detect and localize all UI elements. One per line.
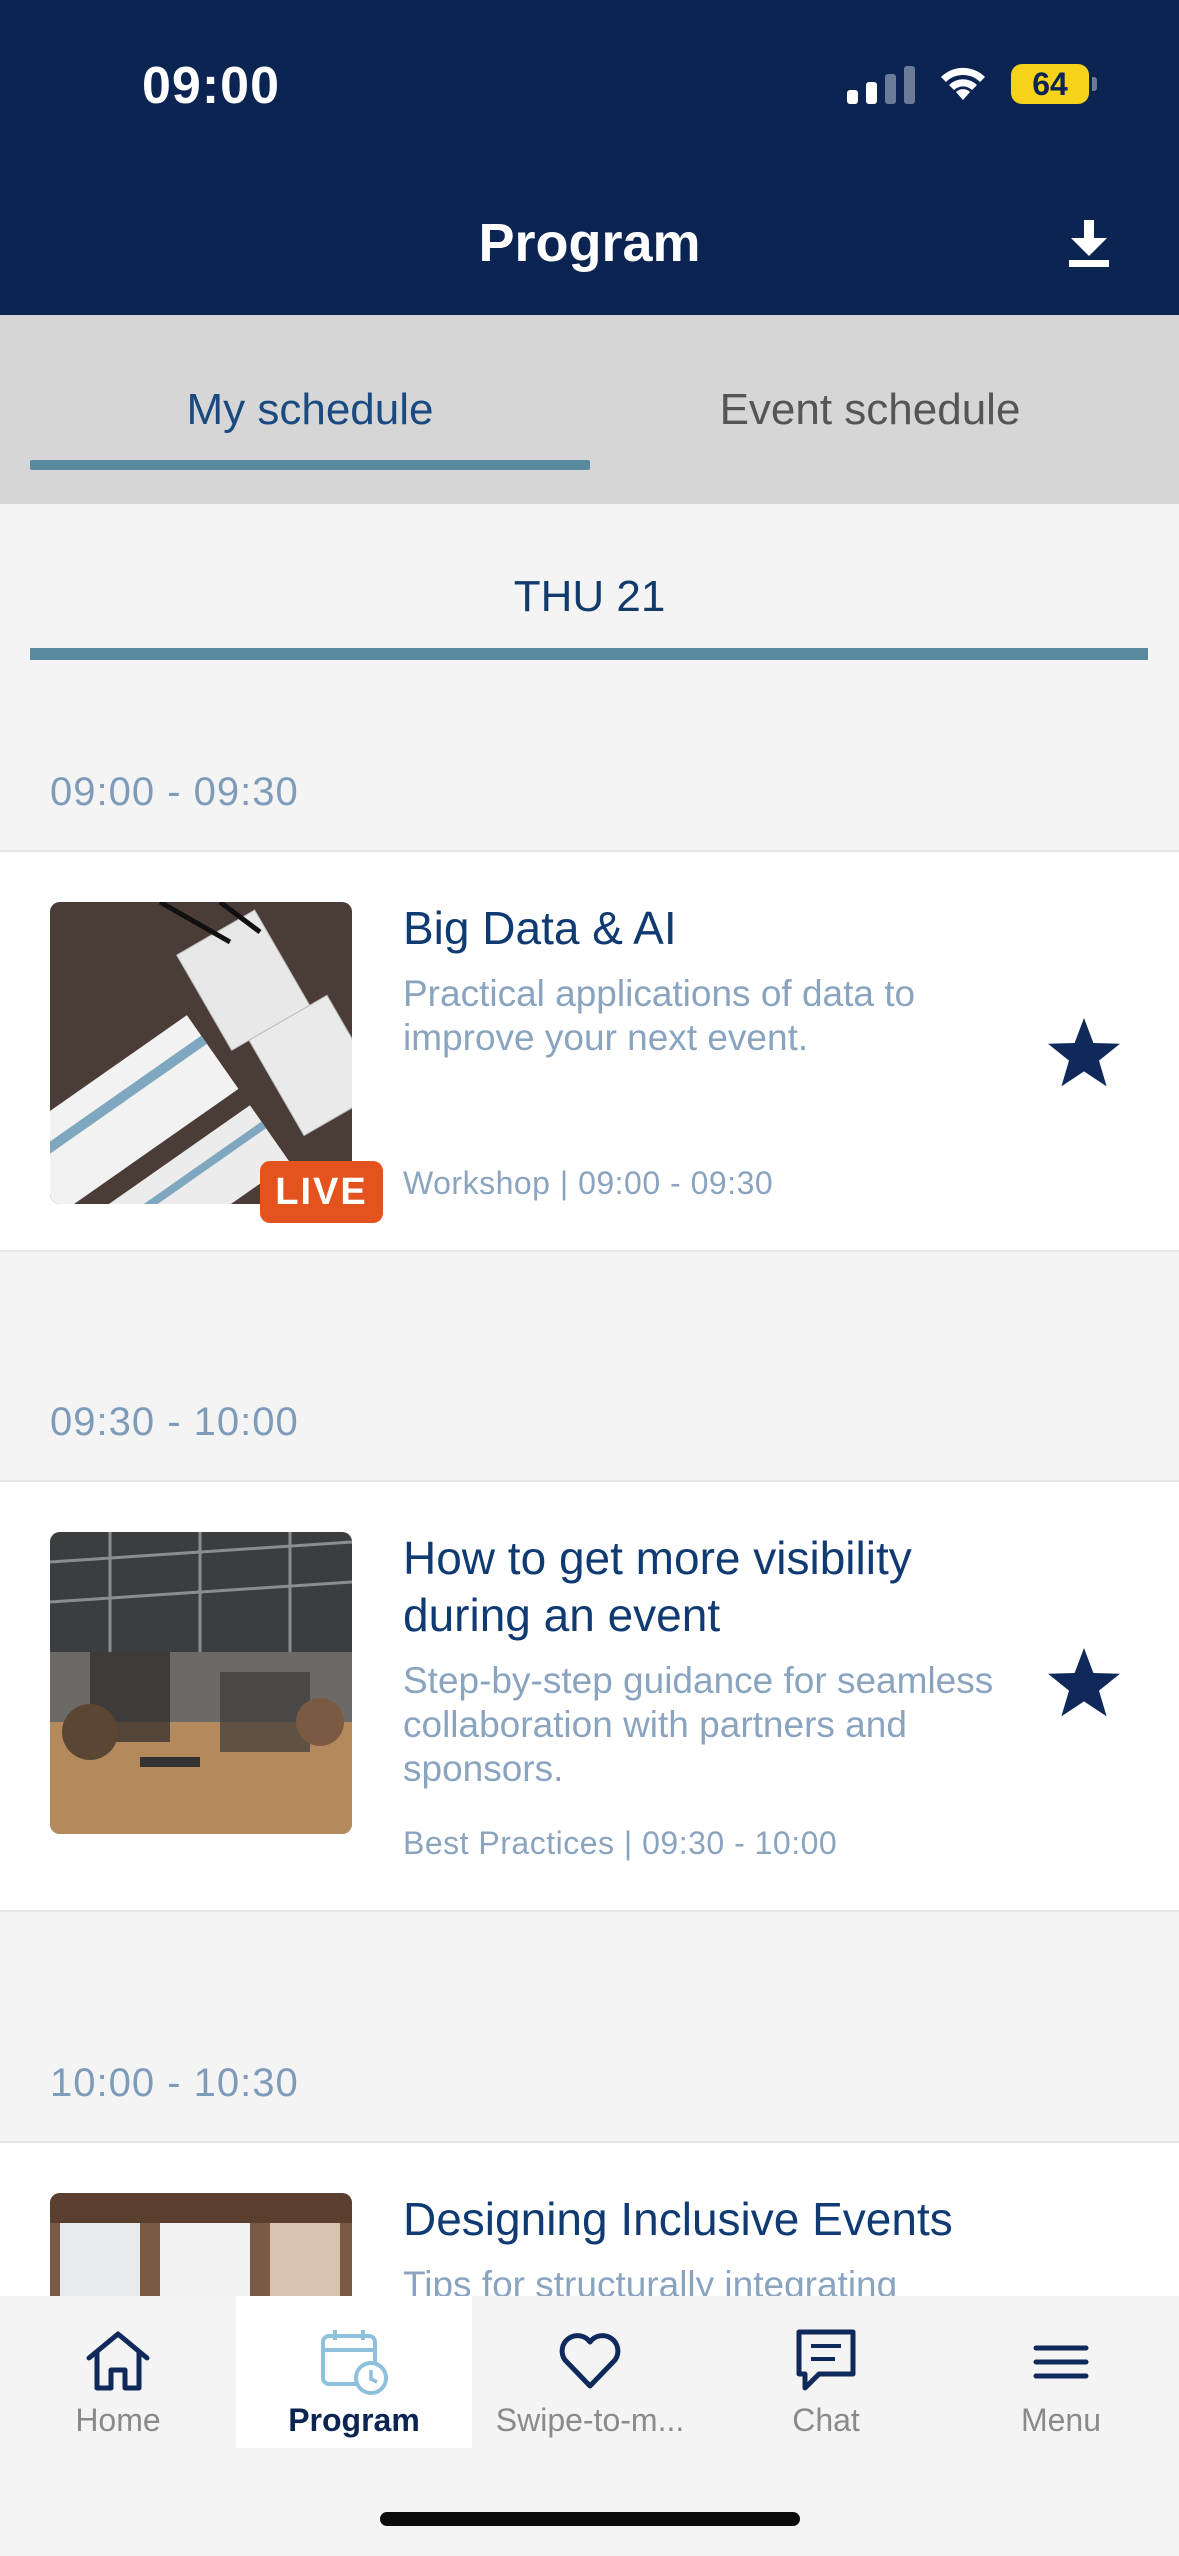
- star-icon[interactable]: [1044, 1014, 1124, 1094]
- session-meta: Workshop | 09:00 - 09:30: [403, 1165, 774, 1201]
- session-description: Practical applications of data to improv…: [403, 973, 916, 1058]
- wifi-icon: [941, 67, 985, 100]
- home-icon: [86, 2331, 150, 2391]
- heart-icon: [559, 2333, 621, 2389]
- chat-icon: [796, 2329, 856, 2391]
- nav-swipe-to-match[interactable]: Swipe-to-m...: [472, 2296, 708, 2448]
- session-thumbnail: [50, 1532, 352, 1834]
- nav-program[interactable]: Program: [236, 2296, 472, 2448]
- calendar-clock-icon: [321, 2330, 388, 2395]
- session-title: Big Data & AI: [403, 902, 677, 954]
- session-title: Designing Inclusive Events: [403, 2193, 953, 2245]
- time-slot-header: 10:00 - 10:30: [50, 2061, 299, 2105]
- nav-label: Program: [288, 2402, 420, 2438]
- app-header: 09:00 64 Program: [0, 0, 1179, 315]
- day-tab-indicator: [30, 648, 1148, 660]
- cellular-signal-icon: [847, 64, 915, 104]
- session-title: How to get more visibility during an eve…: [403, 1532, 912, 1641]
- session-card[interactable]: How to get more visibility during an eve…: [0, 1480, 1179, 1912]
- nav-menu[interactable]: Menu: [943, 2296, 1179, 2448]
- page-title: Program: [478, 213, 701, 273]
- schedule-tabs: My schedule Event schedule: [0, 315, 1179, 504]
- session-description: Step-by-step guidance for seamless colla…: [403, 1660, 994, 1789]
- star-icon[interactable]: [1044, 1644, 1124, 1724]
- session-card[interactable]: LIVE Big Data & AI Practical application…: [0, 850, 1179, 1252]
- day-tab[interactable]: THU 21: [0, 572, 1179, 622]
- home-indicator: [380, 2512, 800, 2526]
- status-time: 09:00: [142, 57, 280, 115]
- live-badge: LIVE: [260, 1161, 383, 1223]
- battery-indicator: 64: [1011, 64, 1097, 104]
- nav-label: Chat: [792, 2402, 860, 2438]
- nav-label: Home: [75, 2402, 161, 2438]
- time-slot-header: 09:30 - 10:00: [50, 1400, 299, 1444]
- nav-home[interactable]: Home: [0, 2296, 236, 2448]
- status-icons: 64: [847, 64, 1097, 104]
- tab-event-schedule[interactable]: Event schedule: [590, 385, 1150, 435]
- nav-label: Swipe-to-m...: [495, 2402, 685, 2438]
- active-tab-indicator: [30, 460, 590, 470]
- nav-label: Menu: [1020, 2402, 1102, 2438]
- menu-icon: [1033, 2345, 1089, 2379]
- nav-chat[interactable]: Chat: [708, 2296, 944, 2448]
- session-meta: Best Practices | 09:30 - 10:00: [403, 1825, 838, 1861]
- download-icon[interactable]: [1063, 218, 1115, 268]
- tab-my-schedule[interactable]: My schedule: [30, 385, 590, 435]
- time-slot-header: 09:00 - 09:30: [50, 770, 299, 814]
- session-thumbnail: [50, 902, 352, 1204]
